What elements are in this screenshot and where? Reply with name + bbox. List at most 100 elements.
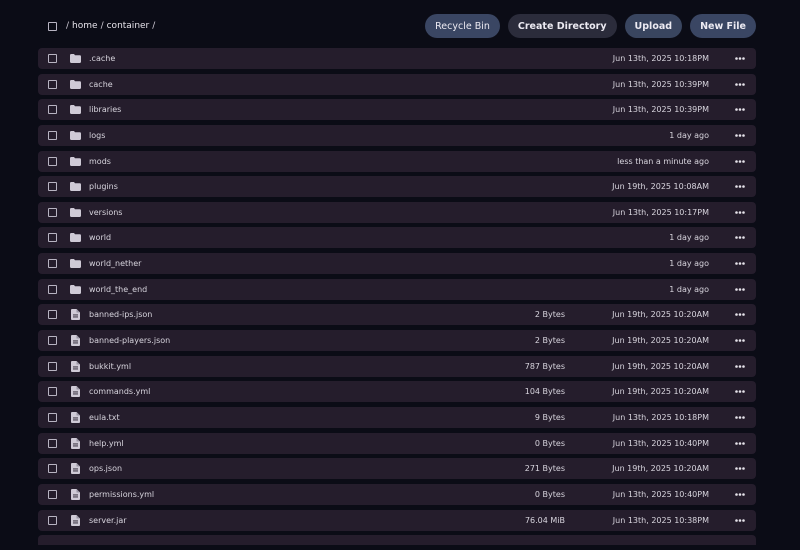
folder-row[interactable]: .cache Jun 13th, 2025 10:18PM [38, 48, 756, 69]
row-select-checkbox[interactable] [48, 438, 57, 448]
row-select-checkbox[interactable] [48, 336, 57, 346]
more-options-icon[interactable] [734, 463, 746, 475]
more-options-icon[interactable] [734, 437, 746, 449]
file-name[interactable]: world_nether [89, 259, 141, 268]
more-options-icon[interactable] [734, 258, 746, 270]
more-options-icon[interactable] [734, 335, 746, 347]
row-select-checkbox[interactable] [48, 156, 57, 166]
row-select-checkbox[interactable] [48, 207, 57, 217]
folder-row[interactable]: world_the_end 1 day ago [38, 278, 756, 300]
new-file-button[interactable]: New File [690, 14, 756, 38]
modified-date: Jun 13th, 2025 10:40PM [612, 489, 709, 499]
folder-row[interactable]: world_nether 1 day ago [38, 253, 756, 275]
folder-icon [69, 155, 81, 167]
folder-row[interactable]: versions Jun 13th, 2025 10:17PM [38, 201, 756, 223]
file-icon [69, 386, 81, 398]
file-name[interactable]: banned-players.json [89, 336, 170, 345]
row-select-checkbox[interactable] [48, 130, 57, 140]
row-select-checkbox[interactable] [48, 387, 57, 397]
file-name[interactable]: plugins [89, 182, 118, 191]
row-select-checkbox[interactable] [48, 259, 57, 269]
file-row[interactable]: banned-players.json 2 Bytes Jun 19th, 2025… [38, 330, 756, 352]
more-options-icon[interactable] [734, 283, 746, 295]
more-options-icon[interactable] [734, 181, 746, 193]
more-options-icon[interactable] [734, 104, 746, 116]
modified-date: 1 day ago [669, 259, 709, 269]
more-options-icon[interactable] [734, 514, 746, 526]
file-size: 0 Bytes [534, 438, 565, 448]
breadcrumb-separator: / [100, 21, 104, 31]
row-select-checkbox[interactable] [48, 489, 57, 499]
more-options-icon[interactable] [734, 411, 746, 423]
folder-row[interactable]: cache Jun 13th, 2025 10:39PM [38, 73, 756, 95]
more-options-icon[interactable] [734, 360, 746, 372]
row-select-checkbox[interactable] [48, 233, 57, 243]
select-all-checkbox[interactable] [48, 21, 57, 31]
row-select-checkbox[interactable] [48, 515, 57, 525]
file-row-partial[interactable] [38, 535, 756, 546]
file-size: 104 Bytes [524, 387, 565, 397]
more-options-icon[interactable] [734, 232, 746, 244]
row-select-checkbox[interactable] [48, 105, 57, 115]
breadcrumb-home[interactable]: home [72, 21, 98, 31]
file-name[interactable]: mods [89, 157, 111, 166]
file-name[interactable]: banned-ips.json [89, 310, 152, 319]
modified-date: Jun 19th, 2025 10:20AM [612, 336, 709, 346]
row-select-checkbox[interactable] [48, 310, 57, 320]
file-name[interactable]: server.jar [89, 516, 127, 525]
modified-date: Jun 13th, 2025 10:39PM [612, 79, 709, 89]
modified-date: 1 day ago [669, 130, 709, 140]
file-name[interactable]: world [89, 233, 111, 242]
file-list: .cache Jun 13th, 2025 10:18PM cache Jun 13t… [38, 48, 756, 550]
folder-icon [69, 104, 81, 116]
more-options-icon[interactable] [734, 78, 746, 90]
row-select-checkbox[interactable] [48, 182, 57, 192]
file-row[interactable]: bukkit.yml 787 Bytes Jun 19th, 2025 10:20A… [38, 355, 756, 377]
modified-date: Jun 19th, 2025 10:20AM [612, 361, 709, 371]
more-options-icon[interactable] [734, 206, 746, 218]
file-name[interactable]: commands.yml [89, 387, 150, 396]
file-name[interactable]: ops.json [89, 464, 122, 473]
file-name[interactable]: versions [89, 208, 122, 217]
row-select-checkbox[interactable] [48, 361, 57, 371]
folder-row[interactable]: world 1 day ago [38, 227, 756, 249]
file-row[interactable]: server.jar 76.04 MiB Jun 13th, 2025 10:38P… [38, 509, 756, 531]
file-name[interactable]: libraries [89, 105, 121, 114]
file-name[interactable]: help.yml [89, 439, 124, 448]
folder-row[interactable]: libraries Jun 13th, 2025 10:39PM [38, 99, 756, 121]
file-row[interactable]: eula.txt 9 Bytes Jun 13th, 2025 10:18PM [38, 406, 756, 428]
row-select-checkbox[interactable] [48, 284, 57, 294]
more-options-icon[interactable] [734, 155, 746, 167]
file-name[interactable]: logs [89, 131, 105, 140]
create-directory-button[interactable]: Create Directory [507, 14, 617, 38]
file-name[interactable]: bukkit.yml [89, 362, 131, 371]
file-name[interactable]: .cache [89, 54, 115, 63]
file-name[interactable]: permissions.yml [89, 490, 154, 499]
folder-row[interactable]: logs 1 day ago [38, 124, 756, 146]
row-select-checkbox[interactable] [48, 464, 57, 474]
more-options-icon[interactable] [734, 309, 746, 321]
folder-row[interactable]: plugins Jun 19th, 2025 10:08AM [38, 176, 756, 198]
more-options-icon[interactable] [734, 488, 746, 500]
modified-date: 1 day ago [669, 233, 709, 243]
file-row[interactable]: help.yml 0 Bytes Jun 13th, 2025 10:40PM [38, 432, 756, 454]
upload-button[interactable]: Upload [624, 14, 683, 38]
file-row[interactable]: commands.yml 104 Bytes Jun 19th, 2025 10:2… [38, 381, 756, 403]
file-name[interactable]: cache [89, 80, 113, 89]
recycle-bin-button[interactable]: Recycle Bin [425, 14, 500, 38]
more-options-icon[interactable] [734, 129, 746, 141]
more-options-icon[interactable] [734, 53, 746, 65]
file-name[interactable]: world_the_end [89, 285, 147, 294]
file-size: 2 Bytes [534, 336, 565, 346]
row-select-checkbox[interactable] [48, 54, 57, 63]
modified-date: Jun 13th, 2025 10:17PM [612, 207, 709, 217]
file-row[interactable]: ops.json 271 Bytes Jun 19th, 2025 10:20AM [38, 458, 756, 480]
row-select-checkbox[interactable] [48, 412, 57, 422]
file-row[interactable]: banned-ips.json 2 Bytes Jun 19th, 2025 10:… [38, 304, 756, 326]
more-options-icon[interactable] [734, 386, 746, 398]
file-name[interactable]: eula.txt [89, 413, 120, 422]
file-row[interactable]: permissions.yml 0 Bytes Jun 13th, 2025 10:… [38, 483, 756, 505]
row-select-checkbox[interactable] [48, 79, 57, 89]
folder-row[interactable]: mods less than a minute ago [38, 150, 756, 172]
breadcrumb-container[interactable]: container [107, 21, 150, 31]
